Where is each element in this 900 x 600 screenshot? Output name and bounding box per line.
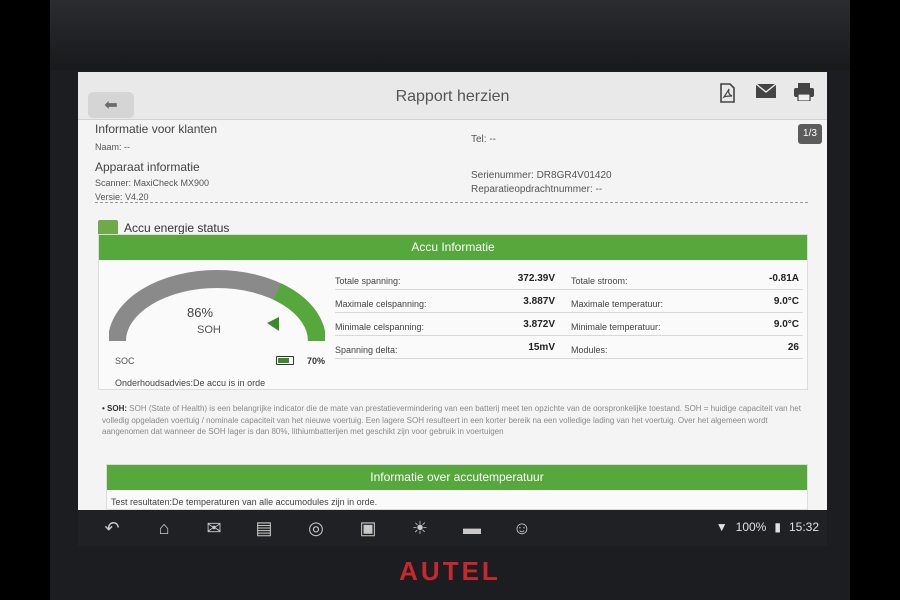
data-label: Modules: <box>571 345 608 355</box>
data-value: 372.39V <box>517 273 555 284</box>
data-row: Maximale celspanning: 3.887V Maximale te… <box>335 290 803 313</box>
clock: 15:32 <box>788 520 819 534</box>
customer-heading: Informatie voor klanten <box>95 122 218 136</box>
accu-data-grid: Totale spanning: 372.39V Totale stroom: … <box>335 267 803 359</box>
back-icon[interactable]: ↶ <box>98 517 126 539</box>
data-label: Maximale temperatuur: <box>571 299 664 309</box>
data-value: 26 <box>787 342 799 353</box>
soh-note-text: SOH (State of Health) is een belangrijke… <box>102 404 801 436</box>
data-label: Spanning delta: <box>335 345 398 355</box>
accu-info-title: Accu Informatie <box>99 235 807 260</box>
report-content: 1/3 Informatie voor klanten Naam: -- Tel… <box>78 120 827 510</box>
device-repair-number: Reparatieopdrachtnummer: -- <box>471 184 603 195</box>
battery-icon: ▮ <box>774 520 781 534</box>
soh-value: 86% <box>187 305 214 320</box>
data-label: Totale spanning: <box>335 276 401 286</box>
temperature-title: Informatie over accutemperatuur <box>107 465 807 490</box>
device-scanner: Scanner: MaxiCheck MX900 <box>95 178 210 188</box>
chrome-icon[interactable]: ◎ <box>302 517 330 539</box>
vehicle-icon[interactable]: ▬ <box>458 517 486 539</box>
data-value: 3.887V <box>523 296 555 307</box>
data-value: 3.872V <box>523 319 555 330</box>
camera-icon[interactable]: ▣ <box>354 517 382 539</box>
data-row: Totale spanning: 372.39V Totale stroom: … <box>335 267 803 290</box>
brightness-icon[interactable]: ☀ <box>406 517 434 539</box>
data-value: 9.0°C <box>773 319 799 330</box>
divider <box>95 202 808 203</box>
soc-label: SOC <box>115 356 135 366</box>
data-value: -0.81A <box>768 273 799 284</box>
data-row: Minimale celspanning: 3.872V Minimale te… <box>335 313 803 336</box>
accu-status-title: Accu energie status <box>124 221 230 235</box>
accu-info-panel: Accu Informatie 86% SOH SOC 70% Onderhou… <box>98 234 808 390</box>
recent-apps-icon[interactable]: ▤ <box>250 517 278 539</box>
temperature-panel: Informatie over accutemperatuur Test res… <box>106 464 808 510</box>
mail-icon[interactable] <box>754 83 778 105</box>
brand-logo: AUTEL <box>399 556 501 586</box>
customer-tel: Tel: -- <box>471 134 496 145</box>
soh-gauge-pointer <box>267 317 279 331</box>
device-version: Versie: V4.20 <box>95 192 149 202</box>
soh-explanation: • SOH: SOH (State of Health) is een bela… <box>102 403 808 438</box>
battery-level: 100% <box>735 520 767 534</box>
soh-gauge-fill <box>273 283 325 342</box>
soc-value: 70% <box>307 356 326 366</box>
data-value: 9.0°C <box>773 296 799 307</box>
android-nav-bar: ↶ ⌂ ✉ ▤ ◎ ▣ ☀ ▬ ☺ ▼ 100% ▮ 15:32 <box>78 510 827 546</box>
status-area: ▼ 100% ▮ 15:32 <box>716 520 819 534</box>
inbox-icon[interactable]: ✉ <box>200 517 228 539</box>
title-bar: ⬅ Rapport herzien <box>78 72 827 120</box>
device-heading: Apparaat informatie <box>95 160 200 174</box>
data-row: Spanning delta: 15mV Modules: 26 <box>335 336 803 359</box>
user-icon[interactable]: ☺ <box>508 517 536 539</box>
device-serial: Serienummer: DR8GR4V01420 <box>471 170 612 181</box>
soh-label: SOH <box>197 324 221 336</box>
customer-name: Naam: -- <box>95 142 131 152</box>
data-label: Maximale celspanning: <box>335 299 427 309</box>
device-bezel <box>50 0 850 70</box>
screen: ⬅ Rapport herzien 1/3 Informatie voor kl… <box>78 72 827 510</box>
home-icon[interactable]: ⌂ <box>150 517 178 539</box>
soh-gauge <box>109 270 325 342</box>
temperature-result: Test resultaten:De temperaturen van alle… <box>111 497 378 507</box>
data-label: Minimale temperatuur: <box>571 322 661 332</box>
pdf-icon[interactable] <box>715 83 739 105</box>
print-icon[interactable] <box>792 83 816 105</box>
soc-battery-icon <box>276 356 294 365</box>
data-label: Minimale celspanning: <box>335 322 425 332</box>
page-indicator[interactable]: 1/3 <box>798 124 822 144</box>
wifi-icon: ▼ <box>715 520 728 534</box>
soh-note-prefix: • SOH: <box>102 404 128 413</box>
maintenance-advice: Onderhoudsadvies:De accu is in orde <box>115 378 266 388</box>
data-label: Totale stroom: <box>571 276 628 286</box>
data-value: 15mV <box>528 342 555 353</box>
